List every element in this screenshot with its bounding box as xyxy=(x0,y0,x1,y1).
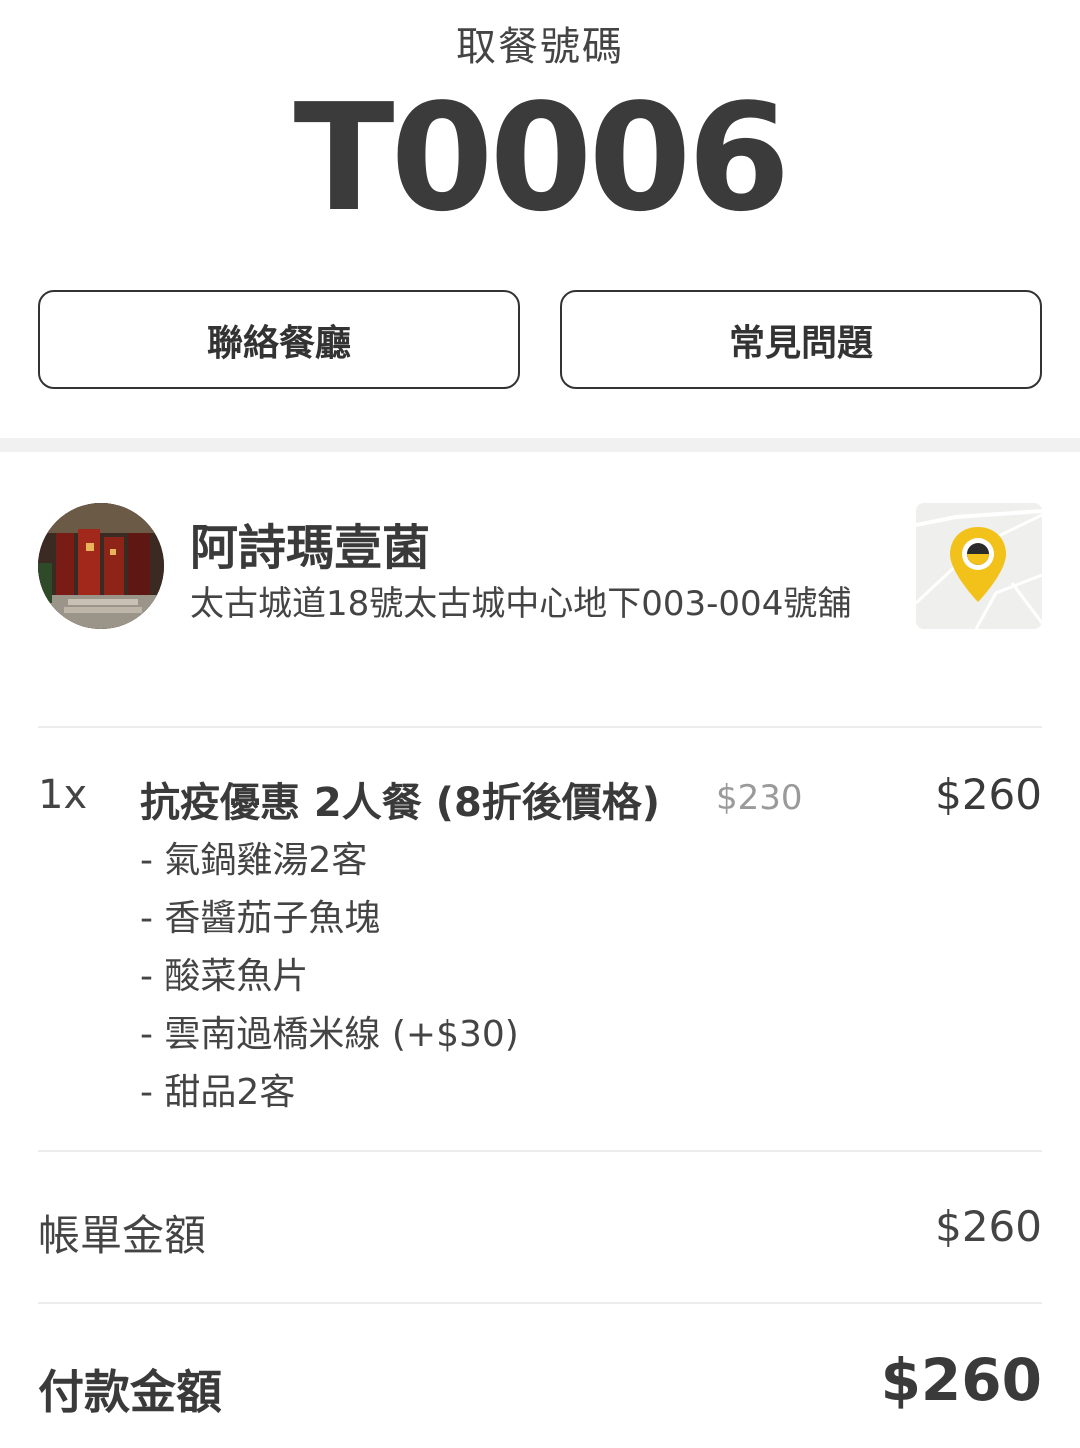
restaurant-address: 太古城道18號太古城中心地下003-004號舖 xyxy=(190,584,852,624)
payment-amount-label: 付款金額 xyxy=(38,1365,222,1419)
item-original-price: $230 xyxy=(716,778,803,818)
contact-restaurant-button[interactable]: 聯絡餐廳 xyxy=(38,290,520,389)
item-options-list: - 氣鍋雞湯2客 - 香醬茄子魚塊 - 酸菜魚片 - 雲南過橋米線 (+$30)… xyxy=(140,832,519,1122)
map-thumbnail[interactable] xyxy=(916,503,1042,629)
faq-button[interactable]: 常見問題 xyxy=(560,290,1042,389)
item-price: $260 xyxy=(935,770,1042,819)
divider xyxy=(38,1302,1042,1304)
bill-amount-label: 帳單金額 xyxy=(38,1211,207,1260)
pickup-number: T0006 xyxy=(293,72,791,244)
list-item: - 雲南過橋米線 (+$30) xyxy=(140,1014,519,1055)
order-detail-page: 取餐號碼 T0006 聯絡餐廳 常見問題 阿詩瑪壹菌 太古城道18號太古城中心地… xyxy=(0,0,1080,1448)
section-divider xyxy=(0,438,1080,452)
bill-amount-value: $260 xyxy=(935,1202,1042,1251)
list-item: - 氣鍋雞湯2客 xyxy=(140,840,368,881)
restaurant-avatar xyxy=(38,503,164,629)
restaurant-name: 阿詩瑪壹菌 xyxy=(190,520,431,576)
item-title: 抗疫優惠 2人餐 (8折後價格) xyxy=(140,780,661,826)
list-item: - 甜品2客 xyxy=(140,1072,296,1113)
list-item: - 酸菜魚片 xyxy=(140,956,309,997)
payment-amount-value: $260 xyxy=(880,1346,1042,1414)
item-quantity: 1x xyxy=(38,772,88,818)
divider xyxy=(38,726,1042,728)
divider xyxy=(38,1150,1042,1152)
pickup-number-label: 取餐號碼 xyxy=(456,24,624,70)
list-item: - 香醬茄子魚塊 xyxy=(140,898,381,939)
